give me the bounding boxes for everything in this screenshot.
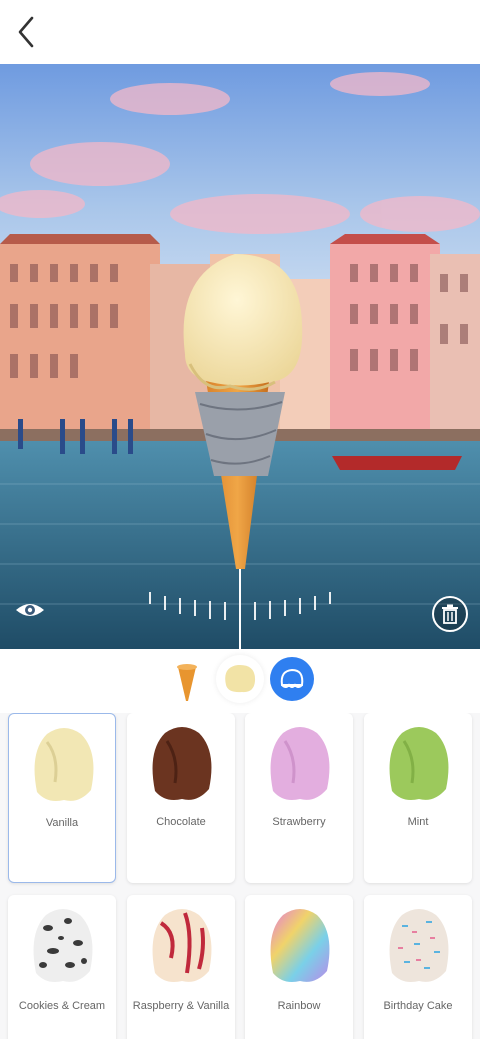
- toppings-icon: [280, 668, 304, 688]
- flavor-card-rainbow[interactable]: Rainbow: [245, 895, 353, 1039]
- scoop-icon: [225, 664, 256, 693]
- rainbow-scoop-image: [270, 909, 330, 982]
- build-step-bar: [0, 649, 480, 713]
- raspberry-vanilla-scoop-image: [152, 909, 212, 982]
- chocolate-scoop-image: [152, 727, 212, 800]
- toggle-visibility-button[interactable]: [14, 598, 46, 622]
- chevron-left-icon: [18, 16, 34, 48]
- flavor-card-vanilla[interactable]: Vanilla: [8, 713, 116, 883]
- flavor-card-cookies-cream[interactable]: Cookies & Cream: [8, 895, 116, 1039]
- flavor-card-mint[interactable]: Mint: [364, 713, 472, 883]
- flavor-label: Raspberry & Vanilla: [127, 1000, 235, 1013]
- flavor-label-text: Raspberry & Vanilla: [132, 1000, 230, 1012]
- step-cone-button[interactable]: [172, 659, 202, 705]
- cookies-cream-scoop-image: [33, 909, 93, 982]
- trash-icon: [442, 604, 458, 624]
- strawberry-scoop-image: [270, 727, 330, 800]
- flavor-label: Cookies & Cream: [18, 1000, 106, 1012]
- mint-scoop-image: [389, 727, 449, 800]
- step-toppings-button[interactable]: [270, 657, 314, 701]
- flavor-label: Mint: [407, 816, 429, 828]
- flavor-grid: Vanilla Chocolate Strawberry Mint Cookie…: [0, 713, 480, 1039]
- flavor-label: Rainbow: [277, 1000, 321, 1012]
- flavor-label: Chocolate: [156, 816, 206, 828]
- eye-icon: [16, 604, 44, 616]
- flavor-label: Strawberry: [272, 816, 326, 828]
- delete-button[interactable]: [432, 596, 468, 632]
- vanilla-scoop-image: [34, 728, 94, 801]
- ar-preview-scene[interactable]: [0, 64, 480, 649]
- flavor-card-raspberry-vanilla[interactable]: Raspberry & Vanilla: [127, 895, 235, 1039]
- flavor-card-birthday-cake[interactable]: Birthday Cake: [364, 895, 472, 1039]
- birthday-cake-scoop-image: [389, 909, 449, 982]
- flavor-card-chocolate[interactable]: Chocolate: [127, 713, 235, 883]
- flavor-card-strawberry[interactable]: Strawberry: [245, 713, 353, 883]
- back-button[interactable]: [12, 14, 44, 50]
- step-scoop-button[interactable]: [216, 655, 264, 703]
- cone-icon: [177, 664, 197, 701]
- flavor-label: Vanilla: [45, 817, 79, 829]
- flavor-label: Birthday Cake: [383, 1000, 453, 1012]
- top-bar: [0, 0, 480, 64]
